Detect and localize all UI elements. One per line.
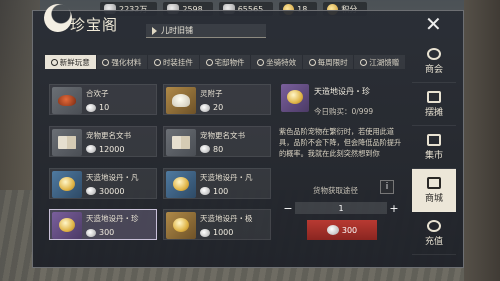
silver-coin-icon [200, 145, 210, 154]
close-icon[interactable]: ✕ [425, 14, 442, 34]
silver-coin-icon [326, 225, 339, 235]
plus-button[interactable]: + [387, 201, 401, 215]
item-card-selected[interactable]: 天造地设丹・珍 300 [49, 209, 157, 241]
category-tabs: 新鲜玩意 强化材料 时装挂件 宅邸物件 坐骑特效 每周限时 江湖馈赠 [45, 55, 406, 69]
item-thumb [166, 170, 196, 198]
item-card[interactable]: 天造地设丹・极 1000 [163, 209, 271, 241]
item-grid: 合欢子 10 灵附子 20 宠物更名文书 12000 宠物更名文书 80 天造地设丹・凡… [49, 84, 272, 247]
detail-name: 天造地设丹・珍 [314, 87, 370, 96]
side-nav: 商会 摆摊 集市 商城 充值 [412, 40, 456, 260]
tab-gift[interactable]: 江湖馈赠 [354, 55, 406, 69]
silver-coin-icon [200, 103, 210, 112]
book-icon [172, 135, 190, 149]
pill-icon [173, 176, 189, 191]
minus-button[interactable]: − [281, 201, 295, 215]
pill-icon [59, 218, 75, 233]
shell-icon [172, 94, 190, 107]
nav-stall[interactable]: 摆摊 [412, 83, 456, 126]
stall-icon [427, 90, 441, 103]
item-card[interactable]: 宠物更名文书 80 [163, 125, 271, 157]
fashion-icon [153, 58, 161, 66]
item-thumb [166, 87, 196, 114]
tab-fashion[interactable]: 时装挂件 [148, 55, 199, 69]
page-title: 珍宝阁 [70, 16, 119, 34]
house-icon [205, 58, 213, 66]
coin-icon [427, 47, 441, 60]
tab-mount[interactable]: 坐骑特效 [251, 55, 302, 69]
nav-recharge[interactable]: 充值 [412, 212, 456, 255]
market-icon [427, 133, 441, 146]
tab-enhance[interactable]: 强化材料 [96, 55, 148, 69]
tab-mansion[interactable]: 宅邸物件 [199, 55, 251, 69]
subtab-shop[interactable]: 儿时旧铺 [146, 24, 266, 38]
source-label: 货物获取途径 [313, 186, 358, 195]
quantity-field[interactable]: 1 [295, 202, 387, 214]
gift-icon [360, 58, 368, 66]
book-icon [58, 135, 76, 149]
silver-coin-icon [200, 228, 210, 237]
detail-thumb [281, 84, 309, 112]
item-thumb [166, 212, 196, 240]
shop-icon [427, 176, 441, 189]
item-thumb [52, 170, 82, 198]
item-card[interactable]: 宠物更名文书 12000 [49, 125, 157, 157]
ingot-icon [427, 219, 441, 232]
item-thumb [166, 128, 196, 156]
nav-mall[interactable]: 商城 [412, 169, 456, 212]
enhance-icon [102, 58, 110, 66]
tab-new-items[interactable]: 新鲜玩意 [45, 55, 96, 69]
item-card[interactable]: 天造地设丹・凡 30000 [49, 167, 157, 199]
item-thumb [52, 212, 82, 240]
silver-coin-icon [200, 187, 210, 195]
background-right [464, 0, 500, 281]
item-description: 紫色品阶宠物在繁衍时，若使用此道具，品阶不会下降，但会降低品阶提升的概率。我就在… [279, 127, 402, 158]
nav-chamber[interactable]: 商会 [412, 40, 456, 83]
pill-icon [59, 176, 75, 191]
arrow-icon [152, 26, 157, 35]
clock-icon [308, 58, 316, 66]
fruit-icon [58, 95, 76, 106]
silver-coin-icon [86, 103, 96, 112]
tab-weekly[interactable]: 每周限时 [302, 55, 354, 69]
mount-icon [257, 58, 265, 66]
item-card[interactable]: 天造地设丹・凡 100 [163, 167, 271, 199]
quantity-stepper: − 1 + [281, 201, 401, 215]
purchase-limit: 今日购买：0/999 [314, 107, 374, 116]
silver-coin-icon [86, 187, 96, 195]
buy-button[interactable]: 300 [307, 220, 377, 240]
pill-icon [173, 218, 189, 233]
nav-market[interactable]: 集市 [412, 126, 456, 169]
pill-icon [287, 90, 303, 104]
item-thumb [52, 87, 82, 114]
new-icon [50, 58, 58, 66]
item-card[interactable]: 合欢子 10 [49, 84, 157, 115]
info-button[interactable]: i [380, 180, 394, 194]
item-detail: 天造地设丹・珍 今日购买：0/999 紫色品阶宠物在繁衍时，若使用此道具，品阶不… [279, 84, 406, 249]
silver-coin-icon [86, 145, 96, 154]
silver-coin-icon [86, 228, 96, 237]
item-card[interactable]: 灵附子 20 [163, 84, 271, 115]
item-thumb [52, 128, 82, 156]
